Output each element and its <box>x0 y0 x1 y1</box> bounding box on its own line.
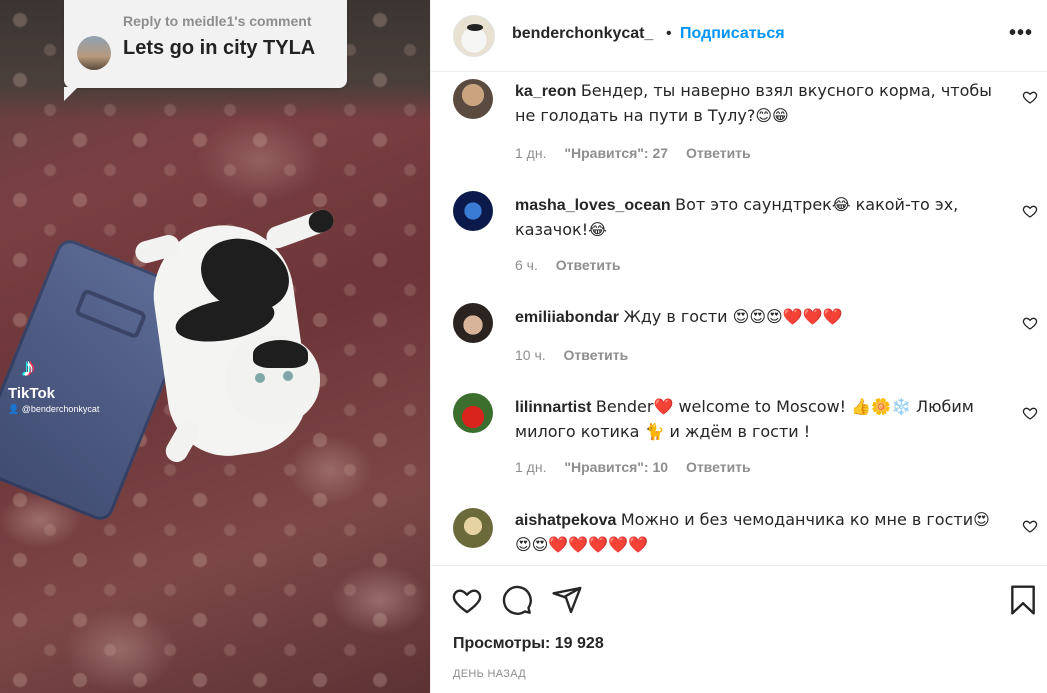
reply-text: Lets go in city TYLA <box>123 37 316 59</box>
tiktok-watermark: ♪ TikTok 👤 @benderchonkycat <box>8 352 118 422</box>
tiktok-handle-text: @benderchonkycat <box>21 404 100 414</box>
post-date[interactable]: ДЕНЬ НАЗАД <box>453 668 526 680</box>
tiktok-reply-bubble: Reply to meidle1's comment Lets go in ci… <box>64 0 347 101</box>
comment-body: ka_reon Бендер, ты наверно взял вкусного… <box>515 79 1005 129</box>
commenter-avatar[interactable] <box>453 508 493 548</box>
commenter-avatar[interactable] <box>453 303 493 343</box>
follow-button[interactable]: Подписаться <box>680 25 785 43</box>
commenter-avatar[interactable] <box>453 393 493 433</box>
commenter-username[interactable]: aishatpekova <box>515 512 616 529</box>
post-actions-bar <box>431 565 1047 633</box>
like-comment-heart-icon[interactable] <box>1022 89 1038 105</box>
reply-avatar <box>77 36 111 70</box>
comment-body: masha_loves_ocean Вот это саундтрек😂 как… <box>515 193 1005 243</box>
comment-meta: 1 дн. "Нравится": 10 Ответить <box>515 459 765 475</box>
tiktok-handle: 👤 @benderchonkycat <box>8 404 99 415</box>
comment-meta: 1 дн. "Нравится": 27 Ответить <box>515 145 765 161</box>
media-cat-head <box>225 335 320 425</box>
comment-text: Жду в гости 😍😍😍❤️❤️❤️ <box>623 307 843 326</box>
commenter-avatar[interactable] <box>453 79 493 119</box>
commenter-username[interactable]: masha_loves_ocean <box>515 197 671 214</box>
post-header: benderchonkycat_ • Подписаться ••• <box>431 0 1047 72</box>
comment-time[interactable]: 6 ч. <box>515 257 538 273</box>
commenter-username[interactable]: ka_reon <box>515 83 576 100</box>
comment-body: emiliiabondar Жду в гости 😍😍😍❤️❤️❤️ <box>515 305 1005 330</box>
commenter-avatar[interactable] <box>453 191 493 231</box>
heart-icon[interactable] <box>451 584 483 616</box>
comment-likes[interactable]: "Нравится": 27 <box>564 145 668 161</box>
tiktok-wordmark: TikTok <box>8 385 55 402</box>
media-cat-eye <box>255 373 265 383</box>
comments-list[interactable]: ka_reon Бендер, ты наверно взял вкусного… <box>431 73 1047 565</box>
author-username[interactable]: benderchonkycat_ <box>512 25 660 43</box>
post-side-panel: benderchonkycat_ • Подписаться ••• ka_re… <box>430 0 1047 693</box>
reply-meta: Reply to meidle1's comment <box>123 13 312 29</box>
like-comment-heart-icon[interactable] <box>1022 315 1038 331</box>
commenter-username[interactable]: emiliiabondar <box>515 309 619 326</box>
reply-button[interactable]: Ответить <box>686 145 751 161</box>
comment-body: aishatpekova Можно и без чемоданчика ко … <box>515 508 1005 558</box>
post-media[interactable]: Reply to meidle1's comment Lets go in ci… <box>0 0 430 693</box>
comment-meta: 10 ч. Ответить <box>515 347 642 363</box>
header-separator: • <box>666 25 672 42</box>
comment-meta: 6 ч. Ответить <box>515 257 634 273</box>
reply-button[interactable]: Ответить <box>564 347 629 363</box>
like-comment-heart-icon[interactable] <box>1022 518 1038 534</box>
commenter-username[interactable]: lilinnartist <box>515 399 591 416</box>
comment-body: lilinnartist Bender❤️ welcome to Moscow!… <box>515 395 1005 445</box>
reply-button[interactable]: Ответить <box>686 459 751 475</box>
bookmark-icon[interactable] <box>1007 584 1039 616</box>
more-options-icon[interactable]: ••• <box>1009 22 1033 45</box>
comment-text: Бендер, ты наверно взял вкусного корма, … <box>515 81 992 125</box>
author-avatar[interactable] <box>453 15 495 57</box>
media-cat-eye <box>283 371 293 381</box>
comment-likes[interactable]: "Нравится": 10 <box>564 459 668 475</box>
reply-button[interactable]: Ответить <box>556 257 621 273</box>
comment-icon[interactable] <box>501 584 533 616</box>
comment-time[interactable]: 1 дн. <box>515 459 546 475</box>
like-comment-heart-icon[interactable] <box>1022 203 1038 219</box>
views-count[interactable]: Просмотры: 19 928 <box>453 635 604 653</box>
comment-time[interactable]: 10 ч. <box>515 347 546 363</box>
comment-time[interactable]: 1 дн. <box>515 145 546 161</box>
user-icon: 👤 <box>8 404 20 414</box>
tiktok-logo-icon: ♪ <box>22 352 35 382</box>
like-comment-heart-icon[interactable] <box>1022 405 1038 421</box>
share-icon[interactable] <box>551 584 583 616</box>
